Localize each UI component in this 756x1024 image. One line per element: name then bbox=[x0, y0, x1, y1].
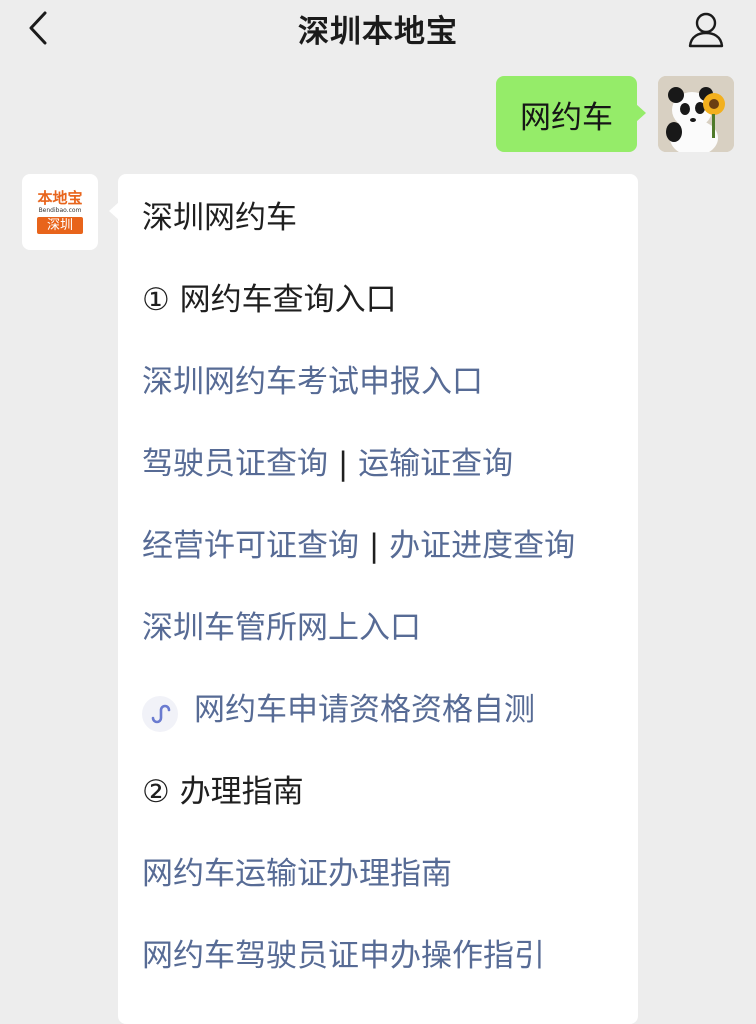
person-icon bbox=[688, 12, 724, 48]
logo-url-text: Bendibao.com bbox=[38, 207, 82, 214]
link-business-license-query[interactable]: 经营许可证查询 bbox=[142, 528, 359, 564]
profile-button[interactable] bbox=[686, 10, 726, 50]
link-miniapp-eligibility[interactable]: 网约车申请资格资格自测 bbox=[142, 684, 535, 732]
link-separator: | bbox=[368, 528, 380, 564]
license-query-row: 经营许可证查询 | 办证进度查询 bbox=[142, 520, 575, 565]
link-driver-cert-query[interactable]: 驾驶员证查询 bbox=[142, 446, 328, 482]
reply-heading: 深圳网约车 bbox=[142, 200, 297, 236]
logo-city-tag: 深圳 bbox=[36, 217, 83, 234]
link-exam-application[interactable]: 深圳网约车考试申报入口 bbox=[142, 356, 483, 401]
section-query-title: ① 网约车查询入口 bbox=[142, 282, 397, 318]
section-guide-title: ② 办理指南 bbox=[142, 774, 304, 810]
mini-program-icon bbox=[142, 696, 178, 732]
miniapp-link-label: 网约车申请资格资格自测 bbox=[194, 692, 535, 728]
link-progress-query[interactable]: 办证进度查询 bbox=[389, 528, 575, 564]
link-driver-cert-guide[interactable]: 网约车驾驶员证申办操作指引 bbox=[142, 930, 545, 975]
chat-title: 深圳本地宝 bbox=[298, 13, 458, 50]
logo-brand-text: 本地宝 bbox=[37, 189, 83, 207]
top-bar: 深圳本地宝 bbox=[0, 0, 756, 56]
back-button[interactable] bbox=[22, 11, 54, 45]
link-separator: | bbox=[337, 446, 349, 482]
chevron-left-icon bbox=[29, 11, 47, 45]
user-avatar[interactable] bbox=[658, 76, 734, 152]
sent-message-bubble[interactable]: 网约车 bbox=[496, 76, 646, 152]
sent-message-text: 网约车 bbox=[520, 99, 613, 136]
link-transport-cert-query[interactable]: 运输证查询 bbox=[358, 446, 513, 482]
cert-query-row: 驾驶员证查询 | 运输证查询 bbox=[142, 438, 513, 483]
official-account-avatar[interactable]: 本地宝 Bendibao.com 深圳 bbox=[22, 174, 98, 250]
panda-sunflower-avatar-image bbox=[658, 76, 734, 152]
link-transport-cert-guide[interactable]: 网约车运输证办理指南 bbox=[142, 848, 452, 893]
link-dmv-online[interactable]: 深圳车管所网上入口 bbox=[142, 602, 421, 647]
received-message-bubble: 深圳网约车 ① 网约车查询入口 深圳网约车考试申报入口 驾驶员证查询 | 运输证… bbox=[109, 174, 638, 1024]
